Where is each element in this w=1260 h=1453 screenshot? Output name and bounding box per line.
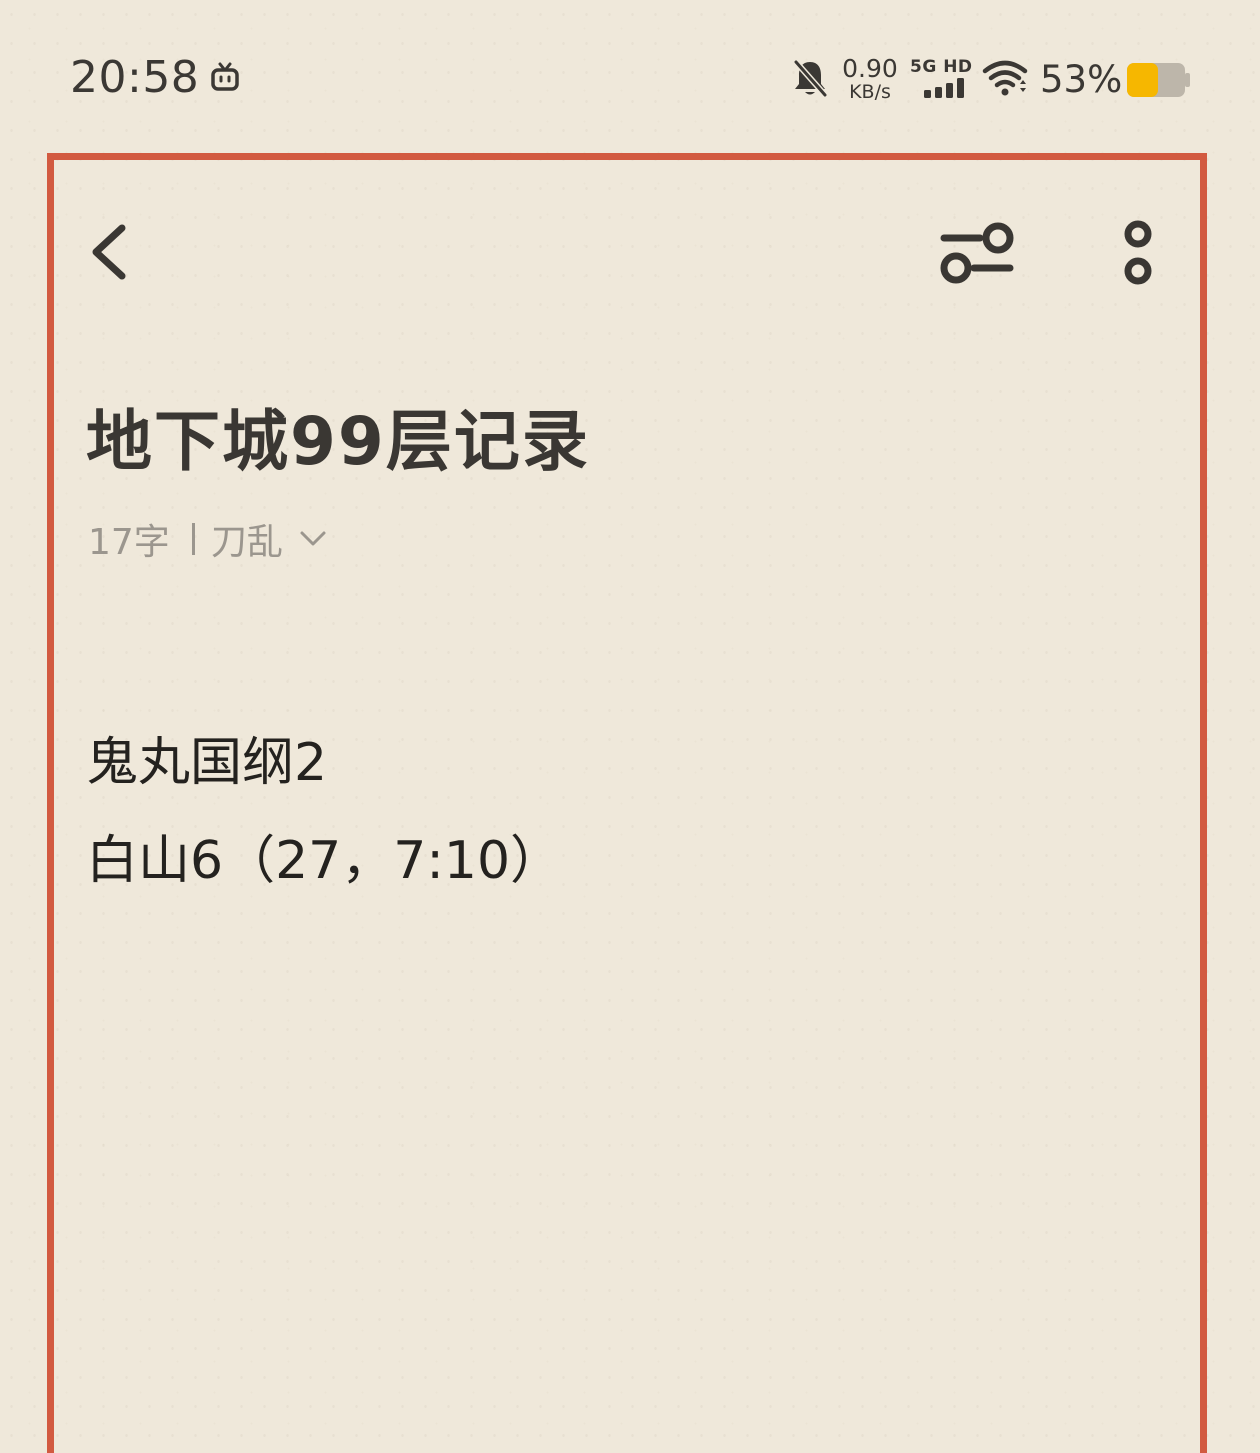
status-bar: 20:58 0.90 KB/s 5G HD 53% — [0, 0, 1260, 150]
more-vertical-icon[interactable] — [1120, 216, 1156, 290]
word-count: 17字 — [88, 522, 170, 563]
tv-app-icon — [211, 62, 239, 91]
chevron-down-icon[interactable] — [299, 530, 327, 548]
chevron-left-icon[interactable] — [86, 222, 130, 282]
network-speed-value: 0.90 — [842, 54, 898, 83]
note-body[interactable]: 鬼丸国纲2 白山6（27，7:10） — [86, 714, 562, 910]
sliders-icon[interactable] — [936, 216, 1018, 290]
category-label[interactable]: 刀乱 — [211, 513, 283, 565]
bell-off-icon — [793, 60, 828, 97]
battery-percent: 53% — [1040, 58, 1123, 101]
note-line[interactable]: 白山6（27，7:10） — [86, 812, 562, 910]
status-time: 20:58 — [70, 52, 200, 103]
network-type: 5G HD — [910, 57, 973, 77]
meta-divider — [191, 523, 195, 555]
network-speed: 0.90 KB/s — [840, 56, 900, 102]
note-line[interactable]: 鬼丸国纲2 — [86, 714, 562, 812]
signal-bars-icon — [924, 78, 964, 98]
wifi-icon — [982, 60, 1028, 96]
note-meta: 17字 刀乱 — [88, 514, 327, 564]
battery-icon — [1127, 63, 1190, 97]
network-speed-unit: KB/s — [849, 81, 891, 103]
note-title[interactable]: 地下城99层记录 — [86, 388, 590, 484]
